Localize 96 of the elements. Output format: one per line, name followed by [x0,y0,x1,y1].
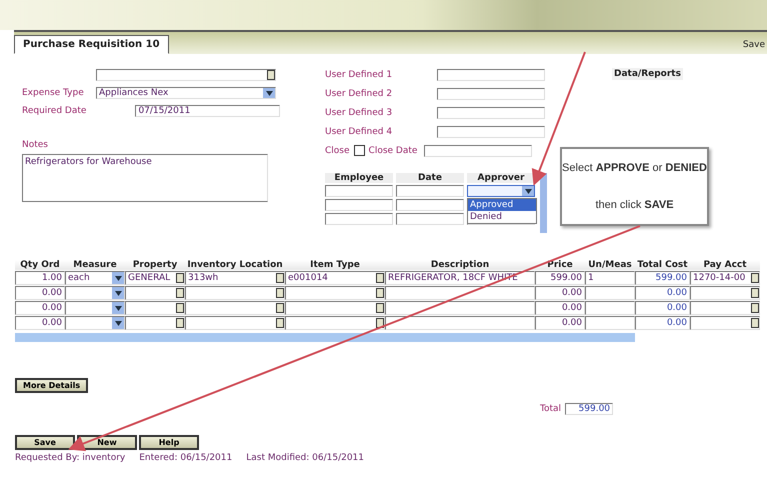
column-header: Pay Acct [702,260,748,270]
column-header: Item Type [309,260,361,270]
input-field[interactable] [325,185,393,197]
table-cell-field[interactable] [185,316,285,330]
table-cell-field[interactable]: 1270-14-00 [690,271,760,285]
column-header: Measure [72,260,118,270]
table-cell-field[interactable] [585,301,635,315]
table-cell-field[interactable] [125,286,185,300]
field-label: Close Date [368,146,418,156]
input-field[interactable] [325,199,393,211]
table-cell-field[interactable]: 0.00 [15,316,65,330]
table-cell-field[interactable]: 599.00 [635,271,690,285]
scrollbar[interactable] [540,173,547,233]
total-field: 599.00 [565,403,614,415]
table-cell-field[interactable]: 0.00 [535,286,585,300]
table-cell-field[interactable]: 0.00 [635,316,690,330]
callout-text: then click SAVE [595,199,674,212]
dropdown-option[interactable]: Denied [468,211,536,223]
table-cell-field[interactable] [285,301,385,315]
table-cell-field[interactable] [125,316,185,330]
column-header: Description [430,260,490,270]
table-cell-field[interactable]: e001014 [285,271,385,285]
section-heading: Data/Reports [612,68,683,80]
table-cell-field[interactable]: 0.00 [535,316,585,330]
input-field[interactable] [437,106,545,118]
table-cell-field[interactable]: 313wh [185,271,285,285]
field-label: User Defined 2 [325,88,394,98]
field-label: Close [325,146,350,156]
table-cell-field[interactable]: 0.00 [15,301,65,315]
column-header: Inventory Location [186,260,284,270]
total-label: Total [540,404,562,414]
table-cell-field[interactable] [690,301,760,315]
notes-label: Notes [22,140,49,150]
table-cell-field[interactable] [285,286,385,300]
column-header: Date [396,173,464,183]
table-cell-field[interactable]: 0.00 [535,301,585,315]
table-cell-field[interactable]: GENERAL [125,271,185,285]
column-header: Un/Meas [587,260,633,270]
field-label: User Defined 3 [325,108,394,118]
dropdown-option[interactable]: Approved [468,199,536,211]
table-cell-field[interactable] [185,301,285,315]
field-label: User Defined 4 [325,126,394,136]
more-details-button[interactable]: More Details [15,378,88,393]
table-cell-field[interactable] [585,316,635,330]
scrollbar[interactable] [15,333,635,342]
table-cell-field[interactable] [125,301,185,315]
field-label: Expense Type [22,88,85,98]
table-cell-field[interactable] [385,286,535,300]
table-cell-field[interactable] [690,286,760,300]
input-field[interactable] [437,68,545,80]
action-button[interactable]: Save [15,435,75,450]
table-cell-field[interactable]: 0.00 [15,286,65,300]
table-cell-field[interactable] [65,301,125,315]
input-field[interactable] [396,185,464,197]
lookup-button[interactable] [267,70,275,80]
column-header: Employee [325,173,393,183]
table-cell-field[interactable] [285,316,385,330]
footer-text: Entered: 06/15/2011 [139,453,232,463]
table-cell-field[interactable]: 0.00 [635,286,690,300]
table-cell-field[interactable] [385,301,535,315]
table-cell-field[interactable]: each [65,271,125,285]
column-header: Qty Ord [19,260,61,270]
dropdown-arrow-icon [263,88,275,98]
table-cell-field[interactable] [65,316,125,330]
checkbox[interactable] [354,145,365,156]
input-field[interactable] [437,88,545,100]
notes-field[interactable]: Refrigerators for Warehouse [22,154,268,202]
dropdown-arrow-icon [522,186,534,196]
table-cell-field[interactable] [690,316,760,330]
table-cell-field[interactable]: 0.00 [635,301,690,315]
callout-text: Select APPROVE or DENIED [562,162,707,174]
field-label: Required Date [22,106,86,116]
input-field[interactable] [396,199,464,211]
input-field[interactable] [396,213,464,225]
action-button[interactable]: Help [139,435,199,450]
field-label: User Defined 1 [325,70,394,80]
table-cell-field[interactable]: 599.00 [535,271,585,285]
lookup-field[interactable] [96,69,276,81]
date-field[interactable] [424,144,532,156]
table-cell-field[interactable] [65,286,125,300]
tab[interactable]: Purchase Requisition 10 [14,35,169,54]
table-cell-field[interactable]: 1.00 [15,271,65,285]
table-cell-field[interactable] [185,286,285,300]
column-header: Property [132,260,178,270]
input-field[interactable] [437,126,545,138]
date-field[interactable]: 07/15/2011 [135,105,280,117]
column-header: Total Cost [636,260,689,270]
dropdown[interactable]: Appliances Nex [96,87,276,99]
input-field[interactable] [325,213,393,225]
save-link[interactable]: Save [742,40,765,50]
table-cell-field[interactable] [385,316,535,330]
table-cell-field[interactable]: 1 [585,271,635,285]
footer-text: Last Modified: 06/15/2011 [246,453,364,463]
column-header: Approver [467,173,535,183]
footer-text: Requested By: inventory [15,453,126,463]
table-cell-field[interactable] [585,286,635,300]
